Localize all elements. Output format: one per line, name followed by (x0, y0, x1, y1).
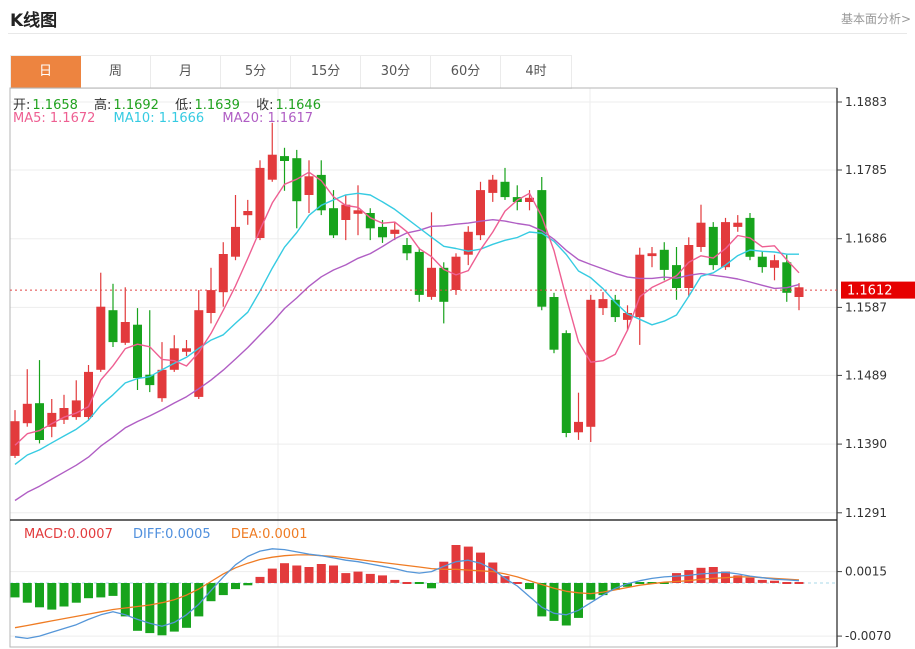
svg-text:1.1612: 1.1612 (847, 284, 893, 299)
macd-value: MACD:0.0007 (24, 527, 113, 542)
dea-value: DEA:0.0001 (231, 527, 308, 542)
ma5-legend: MA5: 1.1672 (13, 111, 95, 126)
ma-legend: MA5: 1.1672 MA10: 1.1666 MA20: 1.1617 (13, 111, 313, 126)
ma20-legend: MA20: 1.1617 (222, 111, 313, 126)
diff-value: DIFF:0.0005 (133, 527, 211, 542)
svg-text:0.0015: 0.0015 (845, 565, 887, 579)
svg-text:1.1489: 1.1489 (845, 368, 887, 382)
svg-text:1.1587: 1.1587 (845, 300, 887, 314)
svg-text:-0.0070: -0.0070 (845, 629, 891, 643)
svg-text:1.1686: 1.1686 (845, 232, 887, 246)
svg-text:1.1291: 1.1291 (845, 506, 887, 520)
ma10-legend: MA10: 1.1666 (114, 111, 205, 126)
macd-legend: MACD:0.0007 DIFF:0.0005 DEA:0.0001 (24, 527, 308, 542)
svg-text:1.1883: 1.1883 (845, 95, 887, 109)
svg-text:1.1785: 1.1785 (845, 163, 887, 177)
svg-text:1.1390: 1.1390 (845, 437, 887, 451)
kline-page: K线图 基本面分析> 日 周 月 5分 15分 30分 60分 4时 1.188… (0, 0, 915, 649)
